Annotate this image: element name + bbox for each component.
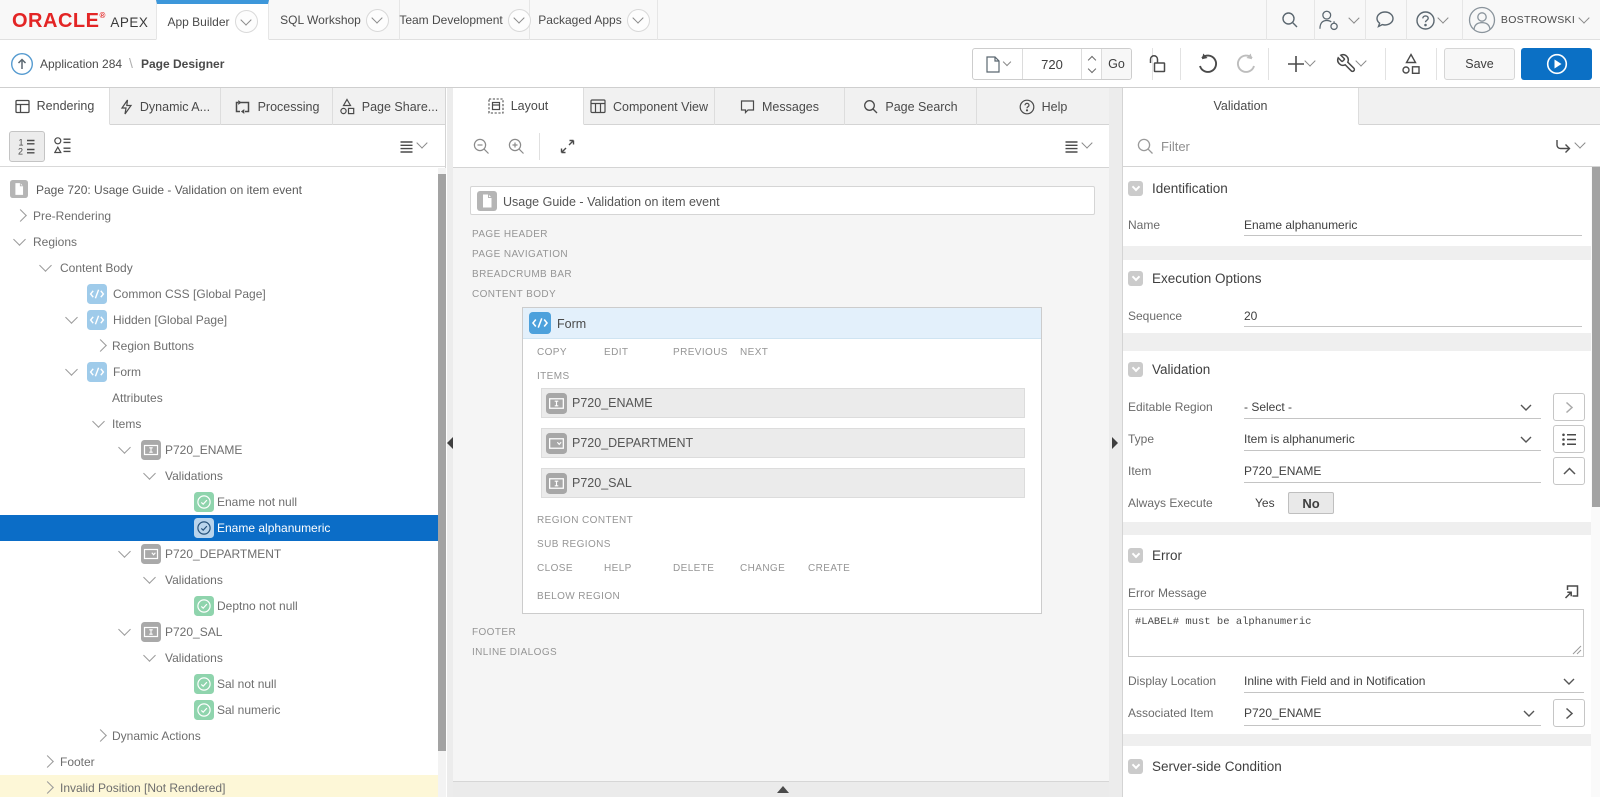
svg-text:2: 2 (18, 147, 23, 156)
